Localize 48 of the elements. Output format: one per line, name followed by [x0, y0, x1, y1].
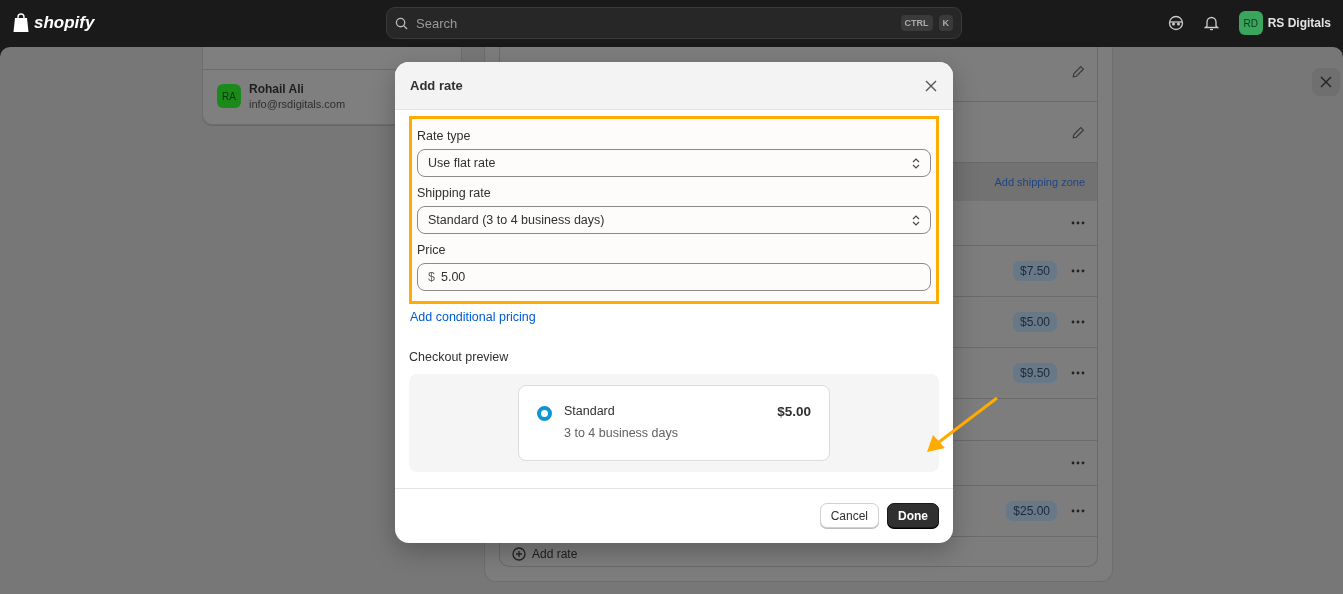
option-price: $5.00 — [777, 404, 811, 421]
price-badge: $5.00 — [1012, 312, 1057, 332]
close-icon — [925, 79, 937, 92]
logo-text[interactable]: shopify — [34, 13, 95, 33]
chevron-updown-icon — [912, 156, 920, 170]
field-label: Rate type — [417, 129, 472, 143]
close-button[interactable] — [1312, 68, 1340, 96]
more-icon[interactable] — [1071, 269, 1085, 273]
spy-face-icon[interactable] — [1167, 15, 1184, 31]
plus-circle-icon — [512, 547, 526, 561]
done-button[interactable]: Done — [887, 503, 939, 528]
shortcut-key: K — [938, 15, 953, 31]
add-conditional-pricing-link[interactable]: Add conditional pricing — [410, 310, 536, 324]
close-icon — [1320, 76, 1332, 88]
price-badge: $9.50 — [1012, 363, 1057, 383]
user-email: info@rsdigitals.com — [249, 98, 346, 110]
user-name: Rohail Ali — [249, 82, 305, 96]
more-icon[interactable] — [1071, 320, 1085, 324]
add-rate-button[interactable]: Add rate — [500, 537, 590, 571]
checkout-preview-label: Checkout preview — [409, 350, 510, 364]
more-icon[interactable] — [1071, 509, 1085, 513]
price-input-field[interactable]: $ 5.00 — [417, 263, 931, 291]
more-icon[interactable] — [1071, 371, 1085, 375]
more-icon[interactable] — [1071, 221, 1085, 225]
shopping-bag-icon — [12, 13, 30, 33]
search-icon — [395, 16, 408, 30]
field-label: Shipping rate — [417, 186, 492, 200]
search-field[interactable]: Search CTRL K — [386, 7, 962, 39]
pencil-icon — [1072, 125, 1085, 139]
shortcut-key: CTRL — [900, 15, 933, 31]
field-label: Price — [417, 243, 447, 257]
bell-icon[interactable] — [1203, 15, 1219, 31]
option-name: Standard — [564, 404, 616, 418]
account-avatar[interactable]: RD — [1238, 11, 1263, 35]
more-icon[interactable] — [1071, 461, 1085, 465]
cancel-button[interactable]: Cancel — [819, 503, 879, 528]
account-name[interactable]: RS Digitals — [1267, 16, 1331, 30]
select-field[interactable]: Use flat rate — [417, 149, 931, 177]
dialog-title: Add rate — [410, 78, 463, 93]
pencil-icon — [1072, 64, 1085, 78]
radio-button[interactable] — [537, 406, 552, 421]
chevron-updown-icon — [912, 213, 920, 227]
user-avatar: RA — [217, 84, 241, 108]
search-input[interactable]: Search — [414, 14, 895, 32]
price-badge: $7.50 — [1012, 261, 1057, 281]
select-field[interactable]: Standard (3 to 4 business days) — [417, 206, 931, 234]
option-detail: 3 to 4 business days — [564, 426, 678, 440]
price-badge: $25.00 — [1006, 501, 1057, 521]
